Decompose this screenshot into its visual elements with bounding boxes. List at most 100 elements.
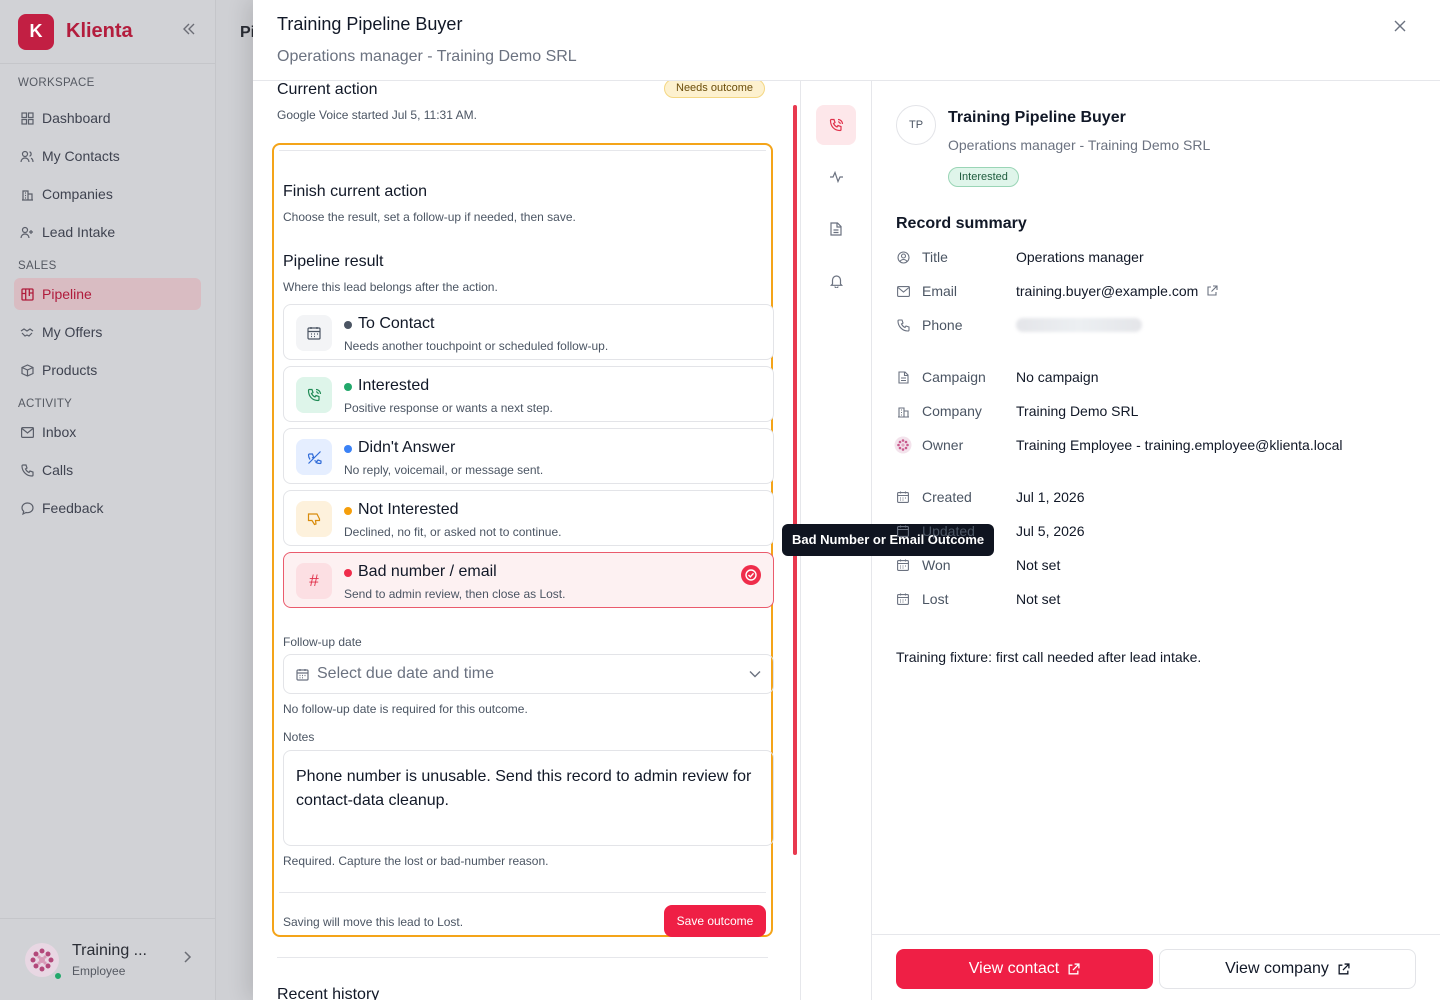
view-company-button[interactable]: View company: [1159, 949, 1416, 989]
drawer-title: Training Pipeline Buyer: [277, 14, 463, 34]
record-note: Training fixture: first call needed afte…: [896, 649, 1202, 665]
sidebar-item-label: My Offers: [42, 324, 103, 340]
follow-up-label: Follow-up date: [283, 635, 362, 649]
option-label: Didn't Answer: [343, 439, 456, 456]
sidebar-item-label: Companies: [42, 186, 113, 202]
message-icon: [20, 501, 34, 515]
action-panel: Current action Needs outcome Google Voic…: [253, 81, 801, 1000]
sidebar: K Klienta WORKSPACE Dashboard My Contact…: [0, 0, 216, 1000]
field-value: No campaign: [1016, 369, 1099, 385]
phone-icon: [20, 463, 34, 477]
grid-icon: [20, 111, 34, 125]
field-value: Operations manager: [1016, 249, 1144, 265]
drawer-subtitle: Operations manager - Training Demo SRL: [277, 48, 577, 65]
field-value: Training Demo SRL: [1016, 403, 1139, 419]
app-logo[interactable]: K: [18, 13, 54, 50]
email-link[interactable]: training.buyer@example.com: [1016, 283, 1198, 299]
nav-section-activity: ACTIVITY: [18, 398, 73, 410]
sidebar-item-label: Feedback: [42, 500, 104, 516]
sidebar-item-label: Inbox: [42, 424, 77, 440]
sidebar-item-label: My Contacts: [42, 148, 120, 164]
hash-icon: #: [296, 563, 332, 599]
online-status-dot: [54, 971, 62, 980]
sidebar-item-companies[interactable]: Companies: [14, 178, 201, 210]
outcome-option-didnt-answer[interactable]: Didn't Answer No reply, voicemail, or me…: [283, 428, 774, 484]
handshake-icon: [20, 325, 34, 339]
tab-activity[interactable]: [816, 157, 856, 197]
phone-icon: [896, 318, 910, 332]
outcome-option-bad-number-email[interactable]: # Bad number / email Send to admin revie…: [283, 552, 774, 608]
phone-off-icon: [296, 439, 332, 475]
nav-section-workspace: WORKSPACE: [18, 77, 95, 89]
calendar-icon: [296, 315, 332, 351]
user-name: Training ...: [72, 941, 147, 959]
follow-up-hint: No follow-up date is required for this o…: [283, 702, 528, 716]
sidebar-item-feedback[interactable]: Feedback: [14, 492, 201, 524]
user-circle-icon: [896, 250, 910, 264]
sidebar-item-pipeline[interactable]: Pipeline: [14, 278, 201, 310]
field-email: Email training.buyer@example.com: [896, 281, 1416, 301]
users-icon: [20, 149, 34, 163]
main-background: Pi: [216, 0, 256, 1000]
drawer-header: Training Pipeline Buyer Operations manag…: [253, 0, 1440, 81]
save-hint: Saving will move this lead to Lost.: [283, 915, 464, 929]
view-contact-button[interactable]: View contact: [896, 949, 1153, 989]
outcome-option-not-interested[interactable]: Not Interested Declined, no fit, or aske…: [283, 490, 774, 546]
record-name: Training Pipeline Buyer: [948, 109, 1126, 126]
building-icon: [896, 404, 910, 418]
option-label: Interested: [343, 377, 430, 394]
divider: [277, 957, 768, 958]
tab-calls[interactable]: [816, 105, 856, 145]
field-updated: Updated Jul 5, 2026: [896, 521, 1416, 541]
app-name[interactable]: Klienta: [66, 20, 133, 43]
option-label: Not Interested: [344, 501, 459, 518]
sidebar-item-label: Lead Intake: [42, 224, 116, 240]
tab-notes[interactable]: [816, 209, 856, 249]
field-value: Training Employee - training.employee@kl…: [1016, 437, 1343, 453]
finish-action-subtitle: Choose the result, set a follow-up if ne…: [283, 210, 576, 224]
sidebar-item-inbox[interactable]: Inbox: [14, 416, 201, 448]
field-label: Won: [922, 557, 951, 573]
field-value: Not set: [1016, 591, 1061, 607]
sidebar-item-my-offers[interactable]: My Offers: [14, 316, 201, 348]
external-link-icon[interactable]: [1206, 285, 1218, 297]
finish-action-title: Finish current action: [283, 183, 428, 200]
bell-icon: [829, 274, 843, 288]
option-description: Send to admin review, then close as Lost…: [344, 587, 566, 601]
sidebar-item-label: Pipeline: [42, 286, 92, 302]
field-label: Campaign: [922, 369, 986, 385]
follow-up-placeholder: Select due date and time: [317, 665, 495, 682]
calendar-icon: [896, 524, 910, 538]
field-value: Not set: [1016, 557, 1061, 573]
option-description: Declined, no fit, or asked not to contin…: [344, 525, 562, 539]
outcome-option-interested[interactable]: Interested Positive response or wants a …: [283, 366, 774, 422]
phone-call-icon: [829, 118, 844, 133]
outcome-form: Finish current action Choose the result,…: [272, 143, 774, 937]
option-label: To Contact: [343, 315, 435, 332]
sidebar-item-lead-intake[interactable]: Lead Intake: [14, 216, 201, 248]
sidebar-item-my-contacts[interactable]: My Contacts: [14, 140, 201, 172]
field-value: training.buyer@example.com: [1016, 283, 1218, 299]
notes-textarea[interactable]: Phone number is unusable. Send this reco…: [283, 750, 774, 846]
sidebar-item-dashboard[interactable]: Dashboard: [14, 102, 201, 134]
save-outcome-button[interactable]: Save outcome: [664, 905, 766, 937]
collapse-sidebar-icon[interactable]: [181, 21, 197, 42]
lead-drawer: Training Pipeline Buyer Operations manag…: [253, 0, 1440, 1000]
pipeline-result-subtitle: Where this lead belongs after the action…: [283, 280, 498, 294]
calendar-icon: [896, 490, 910, 504]
field-owner: Owner Training Employee - training.emplo…: [894, 435, 1416, 455]
field-label: Created: [922, 489, 972, 505]
sidebar-item-products[interactable]: Products: [14, 354, 201, 386]
field-lost: Lost Not set: [896, 589, 1416, 609]
kanban-icon: [20, 287, 34, 301]
tab-reminders[interactable]: [816, 261, 856, 301]
close-drawer-button[interactable]: [1390, 18, 1410, 38]
timeline-rail: [793, 105, 797, 855]
brand: K Klienta: [0, 0, 215, 64]
sidebar-item-calls[interactable]: Calls: [14, 454, 201, 486]
action-started-text: Google Voice started Jul 5, 11:31 AM.: [277, 108, 477, 122]
follow-up-date-picker[interactable]: Select due date and time: [283, 654, 774, 694]
user-menu[interactable]: Training ... Employee: [0, 918, 216, 1000]
outcome-option-to-contact[interactable]: To Contact Needs another touchpoint or s…: [283, 304, 774, 360]
field-label: Email: [922, 283, 958, 299]
